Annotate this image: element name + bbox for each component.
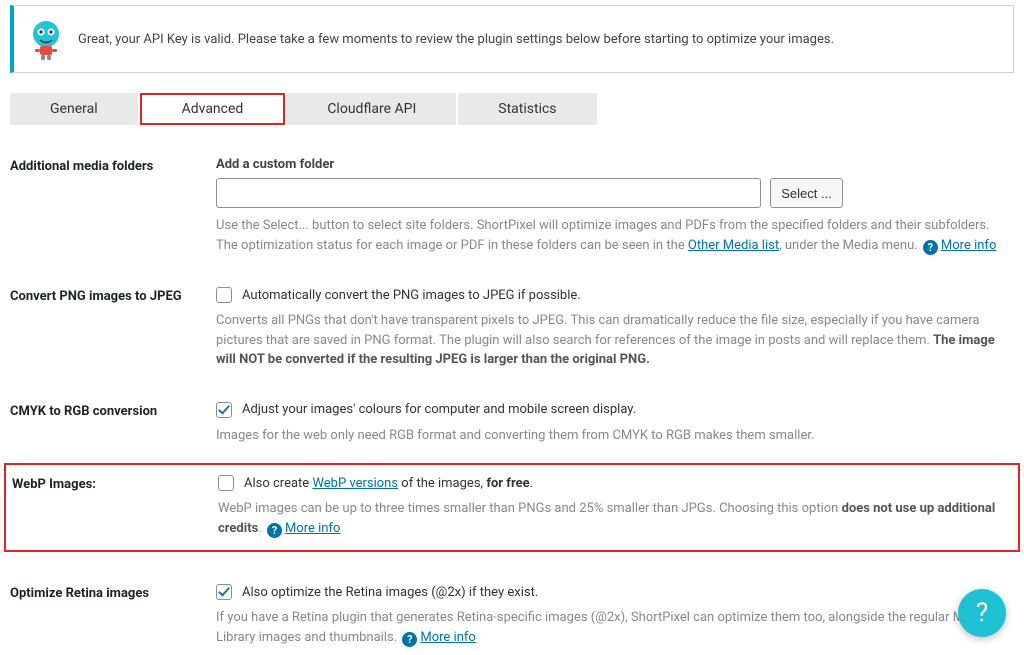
field-title-add-folder: Add a custom folder xyxy=(216,157,1014,172)
select-folder-button[interactable]: Select ... xyxy=(770,178,843,208)
label-media-folders: Additional media folders xyxy=(10,157,216,255)
checkbox-retina[interactable] xyxy=(216,584,232,600)
checkbox-label-retina: Also optimize the Retina images (@2x) if… xyxy=(242,585,538,600)
tab-advanced[interactable]: Advanced xyxy=(140,93,286,125)
checkbox-cmyk-rgb[interactable] xyxy=(216,402,232,418)
settings-tabs: General Advanced Cloudflare API Statisti… xyxy=(10,93,1024,125)
desc-media-folders: Use the Select... button to select site … xyxy=(216,216,1014,255)
desc-cmyk-rgb: Images for the web only need RGB format … xyxy=(216,426,1014,446)
help-fab-button[interactable]: ? xyxy=(958,589,1006,637)
help-icon[interactable]: ? xyxy=(402,632,417,647)
robot-icon xyxy=(28,18,64,60)
row-retina: Optimize Retina images Also optimize the… xyxy=(10,574,1014,655)
row-png-jpeg: Convert PNG images to JPEG Automatically… xyxy=(10,277,1014,392)
row-webp: WebP Images: Also create WebP versions o… xyxy=(4,463,1020,552)
row-cmyk-rgb: CMYK to RGB conversion Adjust your image… xyxy=(10,392,1014,464)
checkbox-label-png-jpeg: Automatically convert the PNG images to … xyxy=(242,288,581,303)
checkbox-png-jpeg[interactable] xyxy=(216,287,232,303)
label-png-jpeg: Convert PNG images to JPEG xyxy=(10,287,216,370)
link-more-info-retina[interactable]: More info xyxy=(420,630,475,645)
notice-text: Great, your API Key is valid. Please tak… xyxy=(78,32,834,47)
help-icon[interactable]: ? xyxy=(267,523,282,538)
api-key-notice: Great, your API Key is valid. Please tak… xyxy=(10,5,1014,73)
desc-png-jpeg: Converts all PNGs that don't have transp… xyxy=(216,311,1014,370)
label-cmyk-rgb: CMYK to RGB conversion xyxy=(10,402,216,446)
desc-webp: WebP images can be up to three times sma… xyxy=(218,499,1012,538)
tab-general[interactable]: General xyxy=(10,93,138,125)
checkbox-label-webp: Also create WebP versions of the images,… xyxy=(244,476,533,491)
link-other-media[interactable]: Other Media list xyxy=(688,238,779,253)
help-icon[interactable]: ? xyxy=(923,240,938,255)
checkbox-label-cmyk-rgb: Adjust your images' colours for computer… xyxy=(242,402,636,417)
checkbox-webp[interactable] xyxy=(218,475,234,491)
link-more-info-webp[interactable]: More info xyxy=(285,521,340,536)
desc-retina: If you have a Retina plugin that generat… xyxy=(216,608,1014,647)
label-webp: WebP Images: xyxy=(12,475,218,538)
link-webp-versions[interactable]: WebP versions xyxy=(312,476,398,491)
tab-statistics[interactable]: Statistics xyxy=(458,93,596,125)
label-retina: Optimize Retina images xyxy=(10,584,216,647)
link-more-info-folders[interactable]: More info xyxy=(941,238,996,253)
custom-folder-input[interactable] xyxy=(216,178,761,208)
tab-cloudflare-api[interactable]: Cloudflare API xyxy=(287,93,456,125)
row-media-folders: Additional media folders Add a custom fo… xyxy=(10,147,1014,277)
